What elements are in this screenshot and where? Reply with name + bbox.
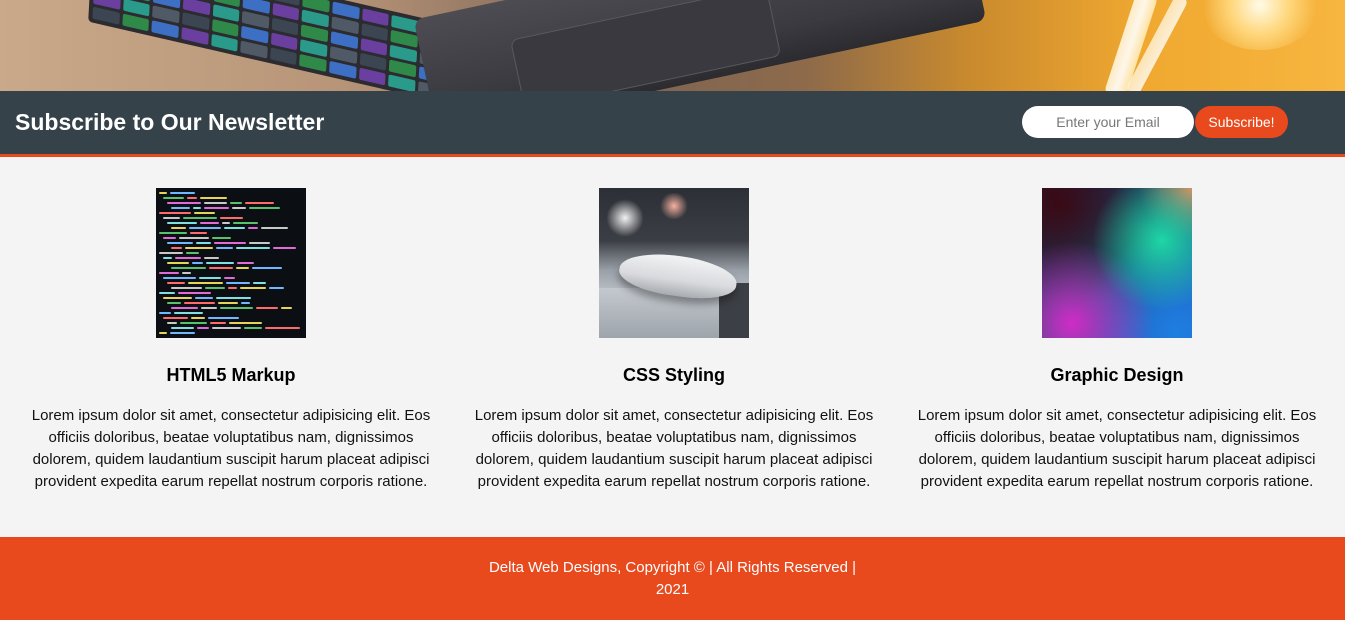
feature-text: Lorem ipsum dolor sit amet, consectetur … xyxy=(474,407,874,490)
feature-heading: CSS Styling xyxy=(622,365,725,385)
footer-copyright: Delta Web Designs, Copyright © | All Rig… xyxy=(488,559,857,598)
hero-banner-image xyxy=(0,0,1345,91)
laptop-illustration xyxy=(413,0,987,91)
light-glow xyxy=(1200,0,1320,50)
feature-heading: HTML5 Markup xyxy=(166,365,296,385)
site-footer: Delta Web Designs, Copyright © | All Rig… xyxy=(0,537,1345,620)
feature-box-html5: HTML5 Markup Lorem ipsum dolor sit amet,… xyxy=(30,188,432,493)
newsletter-title: Subscribe to Our Newsletter xyxy=(15,109,325,135)
feature-box-css: CSS Styling Lorem ipsum dolor sit amet, … xyxy=(473,188,875,493)
newsletter-bar: Subscribe to Our Newsletter Subscribe! xyxy=(0,91,1345,157)
computer-mouse-image xyxy=(599,188,749,338)
feature-text: Lorem ipsum dolor sit amet, consectetur … xyxy=(917,407,1317,490)
features-section: HTML5 Markup Lorem ipsum dolor sit amet,… xyxy=(0,157,1345,537)
email-input[interactable] xyxy=(1022,106,1194,138)
feature-heading: Graphic Design xyxy=(1050,365,1184,385)
code-screenshot-image xyxy=(156,188,306,338)
abstract-gradient-image xyxy=(1042,188,1192,338)
feature-box-graphic: Graphic Design Lorem ipsum dolor sit ame… xyxy=(916,188,1318,493)
feature-text: Lorem ipsum dolor sit amet, consectetur … xyxy=(31,407,431,490)
subscribe-button[interactable]: Subscribe! xyxy=(1195,106,1288,138)
